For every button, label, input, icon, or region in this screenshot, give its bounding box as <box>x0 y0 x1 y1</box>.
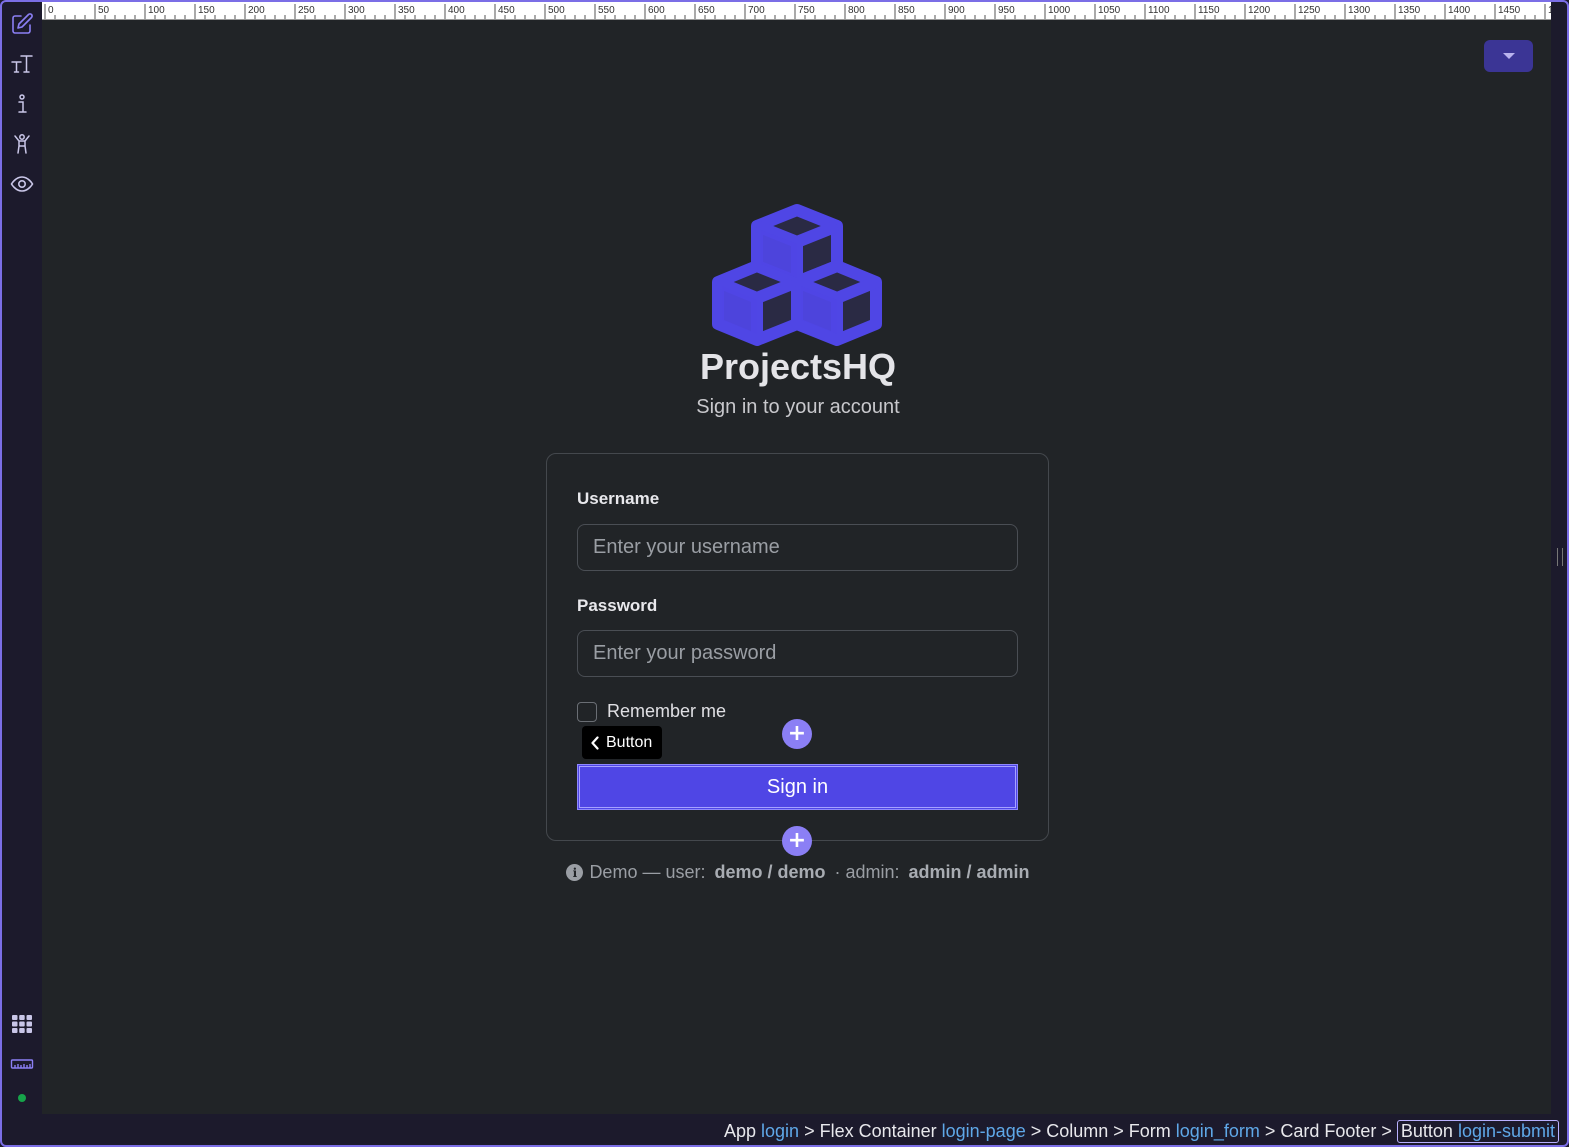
status-indicator <box>18 1094 26 1102</box>
ruler-label: 1150 <box>1198 5 1220 16</box>
info-tool-button[interactable] <box>2 84 42 124</box>
plus-icon: + <box>787 828 807 853</box>
breadcrumb-separator: > <box>1376 1120 1397 1141</box>
ruler-label: 450 <box>498 5 515 16</box>
ruler-label: 800 <box>848 5 865 16</box>
ruler-ticks: 0 50 100 150 200 250 300 350 400 450 500 550 600 650 7… <box>44 4 1551 19</box>
figure-icon <box>14 134 30 154</box>
breadcrumb-item[interactable]: Column <box>1046 1121 1108 1142</box>
edit-tool-button[interactable] <box>2 4 42 44</box>
ruler-label: 0 <box>48 5 54 16</box>
panel-resize-handle[interactable] <box>1557 548 1563 566</box>
pencil-square-icon <box>12 13 33 34</box>
demo-user-credentials: demo / demo <box>714 862 826 882</box>
sign-in-label: Sign in <box>766 775 829 798</box>
remember-me-checkbox[interactable] <box>577 702 597 722</box>
horizontal-ruler: 0 50 100 150 200 250 300 350 400 450 500 550 600 650 7… <box>42 2 1551 20</box>
add-element-below-button[interactable]: + <box>782 826 812 856</box>
password-input[interactable] <box>577 630 1018 677</box>
breadcrumb-type: Card Footer <box>1280 1120 1377 1141</box>
breadcrumb-separator: > <box>1108 1120 1129 1141</box>
breadcrumb-separator: > <box>1025 1120 1047 1141</box>
breadcrumb-current[interactable]: Button login-submit <box>1396 1119 1559 1143</box>
demo-middle: · admin: <box>829 862 905 882</box>
breadcrumb-id: login <box>756 1120 800 1141</box>
ruler-label: 250 <box>298 5 315 16</box>
ruler-label: 1250 <box>1298 5 1321 16</box>
plus-icon: + <box>787 721 807 746</box>
chevron-left-icon <box>591 735 599 750</box>
breadcrumb-type: App <box>724 1120 757 1141</box>
text-tool-button[interactable] <box>2 44 42 84</box>
ruler-icon <box>10 1059 34 1069</box>
ruler-label: 50 <box>98 5 110 16</box>
sign-in-subtitle: Sign in to your account <box>696 396 900 418</box>
editor-toolbar <box>2 2 42 1114</box>
ruler-label: 400 <box>448 5 465 16</box>
ruler-label: 100 <box>148 5 165 16</box>
canvas-options-dropdown[interactable] <box>1484 40 1533 72</box>
element-type-tag[interactable]: Button <box>582 726 663 759</box>
grid-icon <box>12 1015 32 1033</box>
ruler-label: 500 <box>548 5 565 16</box>
ruler-label: 700 <box>748 5 765 16</box>
ruler-label: 850 <box>898 5 915 16</box>
accessibility-tool-button[interactable] <box>2 124 42 164</box>
ruler-label: 650 <box>698 5 715 16</box>
ruler-label: 1450 <box>1498 5 1521 16</box>
eye-icon <box>10 176 34 192</box>
ruler-label: 900 <box>948 5 965 16</box>
demo-admin-credentials: admin / admin <box>908 862 1030 882</box>
username-label: Username <box>577 489 660 508</box>
breadcrumb-type: Flex Container <box>819 1120 937 1141</box>
ruler-label: 1400 <box>1448 5 1471 16</box>
breadcrumb-type: Column <box>1046 1120 1109 1141</box>
username-input[interactable] <box>577 524 1018 571</box>
breadcrumb-separator: > <box>1259 1120 1281 1141</box>
preview-tool-button[interactable] <box>2 164 42 204</box>
element-breadcrumb: App login > Flex Container login-page > … <box>724 1118 1559 1144</box>
breadcrumb-id: login_form <box>1170 1120 1260 1141</box>
add-element-above-button[interactable]: + <box>782 719 812 749</box>
element-type-label: Button <box>606 733 653 751</box>
info-circle-icon: i <box>566 864 584 881</box>
ruler-label: 1300 <box>1348 5 1371 16</box>
demo-prefix: Demo — user: <box>589 862 711 882</box>
breadcrumb-type: Button <box>1400 1120 1453 1141</box>
breadcrumb-type: Form <box>1128 1120 1171 1141</box>
breadcrumb-item[interactable]: Form login_form <box>1129 1121 1260 1142</box>
breadcrumb-item[interactable]: Card Footer <box>1280 1121 1376 1142</box>
brand-name: ProjectsHQ <box>699 346 897 387</box>
ruler-label: 550 <box>598 5 615 16</box>
cubes-logo-icon <box>712 204 882 346</box>
ruler-label: 300 <box>348 5 365 16</box>
ruler-label: 1100 <box>1148 5 1170 16</box>
ruler-label: 1050 <box>1098 5 1121 16</box>
ruler-label: 150 <box>198 5 215 16</box>
ruler-label: 950 <box>998 5 1015 16</box>
caret-down-icon <box>1502 53 1515 59</box>
info-icon <box>18 94 27 113</box>
demo-credentials-note: i Demo — user: demo / demo · admin: admi… <box>560 862 1036 883</box>
breadcrumb-id: login-page <box>936 1120 1026 1141</box>
breadcrumb-id: login-submit <box>1452 1120 1555 1141</box>
grid-tool-button[interactable] <box>2 1004 42 1044</box>
password-label: Password <box>577 596 658 615</box>
ruler-label: 350 <box>398 5 415 16</box>
breadcrumb-item[interactable]: Flex Container login-page <box>820 1121 1026 1142</box>
ruler-label: 1000 <box>1048 5 1071 16</box>
ruler-label: 1200 <box>1248 5 1271 16</box>
breadcrumb-separator: > <box>799 1120 820 1141</box>
remember-me-label[interactable]: Remember me <box>607 701 726 722</box>
ruler-label: 750 <box>798 5 815 16</box>
ruler-tool-button[interactable] <box>2 1044 42 1084</box>
text-size-icon <box>11 55 33 73</box>
ruler-label: 1350 <box>1398 5 1421 16</box>
ruler-label: 600 <box>648 5 665 16</box>
ruler-label: 200 <box>248 5 265 16</box>
breadcrumb-item[interactable]: App login <box>724 1121 799 1142</box>
sign-in-button[interactable]: Sign in <box>577 764 1018 810</box>
